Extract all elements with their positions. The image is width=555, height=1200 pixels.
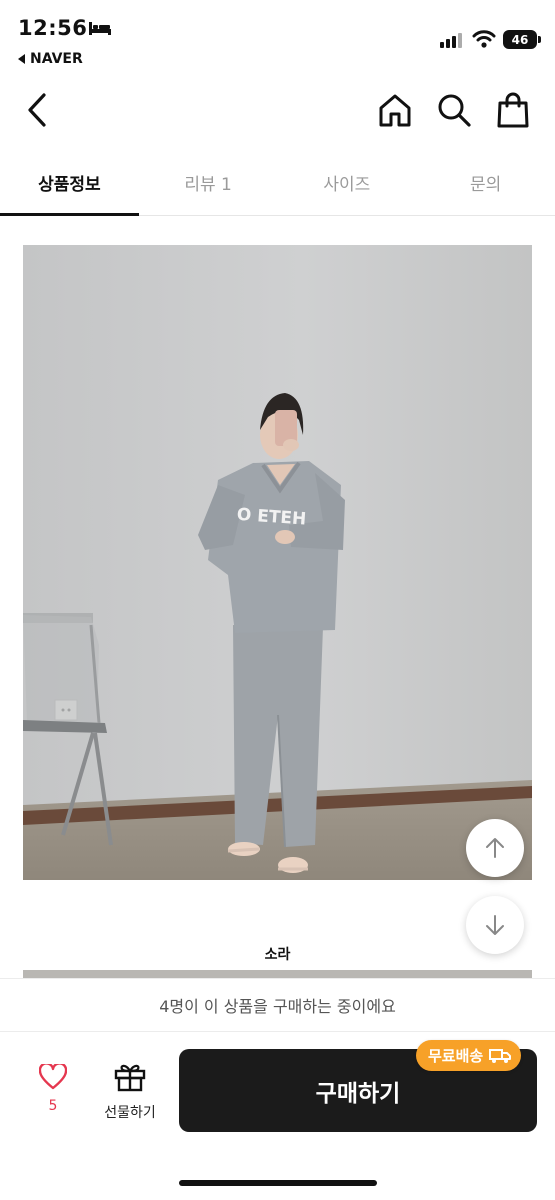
scroll-up-button[interactable] (466, 819, 524, 877)
wifi-icon (472, 30, 496, 48)
purchase-activity-notice: 4명이 이 상품을 구매하는 중이에요 (0, 978, 555, 1032)
tab-size[interactable]: 사이즈 (278, 150, 417, 215)
delivery-truck-icon (489, 1048, 512, 1063)
free-shipping-label: 무료배송 (428, 1047, 484, 1065)
gift-icon (114, 1064, 146, 1092)
battery-cap (538, 36, 541, 43)
shopping-bag-icon[interactable] (496, 91, 530, 129)
home-indicator (179, 1180, 377, 1186)
cellular-signal-icon (440, 33, 462, 48)
arrow-down-icon (486, 915, 504, 935)
photo-caption: 소라 (264, 947, 291, 963)
back-triangle-icon (18, 54, 25, 64)
home-icon[interactable] (377, 92, 413, 128)
top-nav (0, 78, 555, 144)
heart-icon (38, 1062, 68, 1090)
back-to-app-link[interactable]: NAVER (18, 51, 83, 67)
battery-icon: 46 (503, 30, 537, 49)
bottom-action-bar: 5 선물하기 구매하기 무료배송 (0, 1032, 555, 1200)
bed-icon (89, 22, 111, 35)
gift-button[interactable]: 선물하기 (98, 1062, 162, 1122)
status-bar: 12:56 NAVER 46 (0, 0, 555, 78)
like-button[interactable]: 5 (30, 1062, 76, 1114)
tab-reviews[interactable]: 리뷰 1 (139, 150, 278, 215)
tab-product-info[interactable]: 상품정보 (0, 150, 139, 216)
like-count: 5 (48, 1098, 58, 1114)
tab-inquiry[interactable]: 문의 (416, 150, 555, 215)
back-icon[interactable] (24, 92, 50, 128)
back-app-label: NAVER (30, 51, 83, 67)
gift-label: 선물하기 (104, 1105, 156, 1121)
product-photo: O ETEH (23, 245, 532, 880)
status-time: 12:56 (18, 16, 88, 40)
product-tabs: 상품정보 리뷰 1 사이즈 문의 (0, 150, 555, 216)
free-shipping-badge: 무료배송 (416, 1040, 522, 1071)
search-icon[interactable] (436, 92, 472, 128)
arrow-up-icon (486, 838, 504, 858)
product-photo-illustration: O ETEH (23, 245, 532, 880)
